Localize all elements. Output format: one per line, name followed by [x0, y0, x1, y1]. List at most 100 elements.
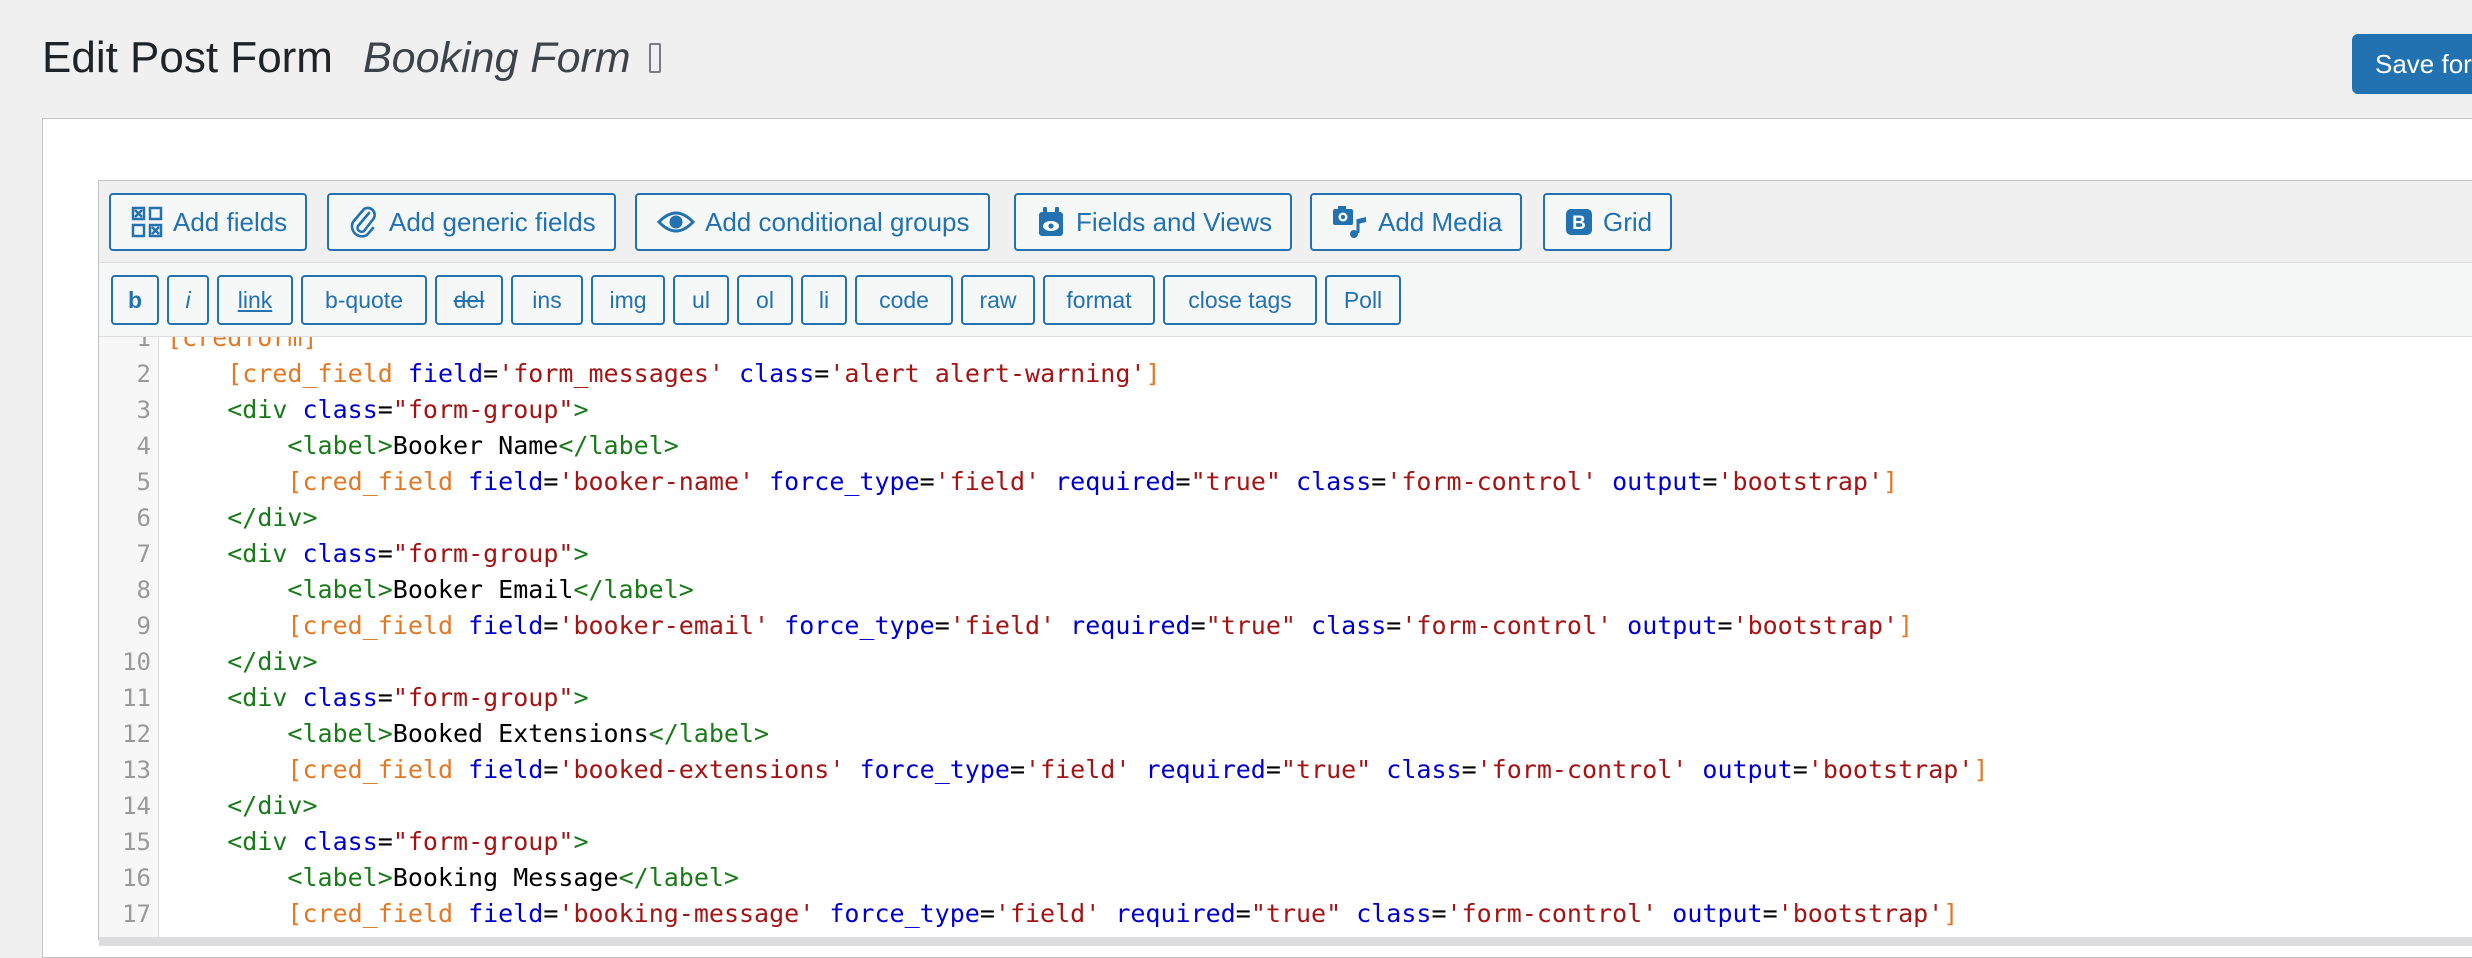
- code-token: </div>: [227, 503, 318, 532]
- code-token: >: [573, 539, 589, 568]
- code-token: 'form-control': [1386, 467, 1598, 496]
- code-token: [: [287, 755, 303, 784]
- eye-icon: [657, 211, 695, 233]
- code-token: ]: [1943, 899, 1959, 928]
- code-token: class: [1386, 755, 1462, 784]
- code-token: <label>: [287, 431, 393, 460]
- code-text: [cred_field field='booking-message' forc…: [167, 896, 1958, 932]
- code-token: [: [287, 611, 303, 640]
- grid-label: Grid: [1603, 206, 1653, 237]
- code-token: =: [483, 359, 499, 388]
- code-token: 'bootstrap': [1717, 467, 1884, 496]
- quicktag-li-button[interactable]: li: [801, 275, 847, 325]
- code-line: 14 </div>: [99, 788, 2472, 824]
- code-token: cred_field: [242, 359, 393, 388]
- line-number: 7: [136, 540, 151, 568]
- add-conditional-groups-label: Add conditional groups: [705, 206, 970, 237]
- quicktag-ins-button[interactable]: ins: [511, 275, 583, 325]
- add-media-button[interactable]: Add Media: [1310, 193, 1523, 251]
- code-text: </div>: [167, 788, 317, 824]
- code-token: =: [377, 539, 393, 568]
- code-token: force_type: [859, 755, 1010, 784]
- code-text: </div>: [167, 500, 318, 536]
- code-line: 6 </div>: [99, 500, 2472, 536]
- form-name[interactable]: Booking Form: [363, 34, 631, 83]
- quicktag-link-button[interactable]: link: [217, 275, 293, 325]
- quicktag-b-quote-button[interactable]: b-quote: [301, 275, 427, 325]
- code-token: class: [302, 395, 378, 424]
- code-token: 'field': [994, 899, 1101, 928]
- code-editor[interactable]: 1 [credform] 2 [cred_field field='form_mes…: [99, 337, 2472, 937]
- code-token: 'field': [1025, 755, 1131, 784]
- code-token: =: [377, 827, 393, 856]
- calendar-eye-icon: [1039, 207, 1063, 236]
- code-token: =: [377, 395, 393, 424]
- add-generic-fields-button[interactable]: Add generic fields: [327, 193, 616, 251]
- code-token: output: [1612, 467, 1703, 496]
- code-line: 3 <div class="form-group">: [99, 392, 2472, 428]
- quicktag-ul-button[interactable]: ul: [673, 275, 729, 325]
- edit-title-icon[interactable]: [648, 43, 661, 73]
- quicktag-raw-button[interactable]: raw: [961, 275, 1035, 325]
- code-token: class: [302, 827, 378, 856]
- quicktag-poll-button[interactable]: Poll: [1325, 275, 1401, 325]
- quicktag-b-button[interactable]: b: [111, 275, 159, 325]
- code-token: field: [468, 755, 544, 784]
- quicktag-del-button[interactable]: del: [435, 275, 503, 325]
- code-line: 17 [cred_field field='booking-message' f…: [99, 896, 2472, 932]
- quicktags-toolbar: b i link b-quote del ins img ul ol li co…: [99, 263, 2472, 337]
- quicktag-i-button[interactable]: i: [167, 275, 209, 325]
- quicktag-close-tags-button[interactable]: close tags: [1163, 275, 1317, 325]
- quicktag-code-button[interactable]: code: [855, 275, 953, 325]
- page-heading: Edit Post Form: [42, 33, 333, 82]
- code-token: Booker Name: [392, 431, 559, 460]
- editor-bottom-scrollbar[interactable]: [99, 937, 2472, 946]
- editor-toolbar: Add fields Add generic fields Add condit…: [99, 181, 2472, 263]
- add-conditional-groups-button[interactable]: Add conditional groups: [635, 193, 990, 251]
- quicktag-format-button[interactable]: format: [1043, 275, 1155, 325]
- line-number: 5: [136, 468, 151, 496]
- quicktag-ol-button[interactable]: ol: [737, 275, 793, 325]
- code-token: =: [1431, 899, 1447, 928]
- line-number: 12: [122, 720, 151, 748]
- code-token: 'form_messages': [498, 359, 724, 388]
- grid-button[interactable]: B Grid: [1543, 193, 1673, 251]
- code-line: 4 <label>Booker Name</label>: [99, 428, 2472, 464]
- code-token: 'form-control': [1476, 755, 1688, 784]
- line-number: 3: [136, 396, 151, 424]
- code-token: 'bootstrap': [1777, 899, 1944, 928]
- code-token: =: [1009, 755, 1026, 784]
- quicktag-img-button[interactable]: img: [591, 275, 665, 325]
- code-token: class: [302, 539, 378, 568]
- code-token: cred_field: [302, 755, 453, 784]
- line-number: 4: [136, 432, 151, 460]
- code-token: <div: [227, 683, 288, 712]
- code-token: =: [1371, 467, 1387, 496]
- add-fields-button[interactable]: Add fields: [109, 193, 308, 251]
- code-token: <div: [227, 395, 288, 424]
- code-token: field: [468, 611, 544, 640]
- code-token: 'bootstrap': [1807, 755, 1974, 784]
- fields-and-views-button[interactable]: Fields and Views: [1014, 193, 1293, 251]
- line-number: 2: [136, 360, 151, 388]
- code-token: =: [1190, 611, 1206, 640]
- code-text: <label>Booker Email</label>: [167, 572, 693, 608]
- save-form-button[interactable]: Save form: [2352, 34, 2472, 94]
- code-line: 12 <label>Booked Extensions</label>: [99, 716, 2472, 752]
- code-token: =: [1265, 755, 1281, 784]
